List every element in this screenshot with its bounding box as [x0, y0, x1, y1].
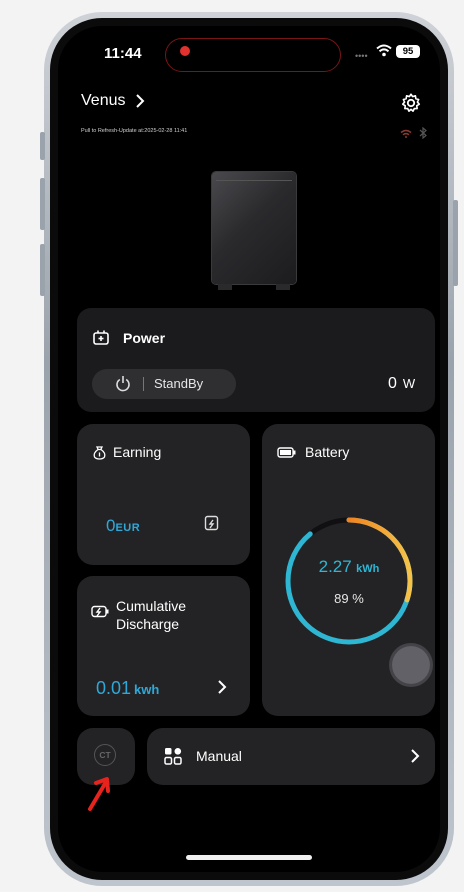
battery-device-image	[212, 172, 296, 290]
wifi-connection-icon	[400, 129, 412, 138]
device-selector[interactable]: Venus	[81, 92, 145, 110]
power-readout: 0 W	[388, 375, 415, 393]
volume-down-button	[40, 244, 45, 296]
mute-switch	[40, 132, 45, 160]
ct-icon: CT	[94, 744, 116, 766]
home-indicator	[186, 855, 312, 860]
dynamic-island	[165, 38, 341, 72]
power-socket-icon	[93, 330, 109, 345]
earning-edit-icon[interactable]	[204, 515, 220, 531]
red-arrow-annotation-icon	[88, 777, 110, 811]
power-value: 0	[388, 375, 397, 392]
cumulative-value: 0.01	[96, 678, 132, 698]
battery-soc-percent: 89 %	[334, 591, 364, 606]
cumulative-title: Cumulative Discharge	[116, 597, 186, 633]
status-time: 11:44	[104, 45, 142, 62]
manual-mode-label: Manual	[196, 748, 242, 764]
signal-dots-icon: ••••	[355, 51, 368, 61]
earning-unit: EUR	[115, 522, 141, 534]
earning-value: 0	[106, 516, 116, 535]
power-card-title: Power	[123, 330, 166, 346]
battery-soc-ring	[285, 517, 413, 645]
battery-energy-unit: kWh	[356, 563, 380, 575]
recording-indicator-icon	[180, 46, 190, 56]
chevron-right-icon[interactable]	[217, 679, 227, 695]
money-bag-icon	[93, 446, 106, 460]
power-icon	[116, 376, 130, 392]
chevron-right-icon[interactable]	[410, 748, 420, 764]
earning-title: Earning	[113, 444, 162, 460]
volume-up-button	[40, 178, 45, 230]
battery-title: Battery	[305, 444, 350, 460]
battery-energy-readout: 2.27 kWh	[284, 557, 414, 577]
power-side-button	[453, 200, 458, 286]
cumulative-unit: kwh	[134, 682, 160, 697]
grid-apps-icon	[164, 748, 182, 765]
toggle-divider	[143, 377, 144, 391]
power-unit: W	[402, 376, 416, 391]
earning-readout: 0 EUR	[106, 516, 140, 536]
assistive-touch-button[interactable]	[392, 646, 430, 684]
power-mode-label: StandBy	[154, 376, 204, 391]
cumulative-readout: 0.01 kwh	[96, 678, 159, 699]
battery-energy-value: 2.27	[318, 557, 352, 576]
gear-icon[interactable]	[400, 92, 422, 114]
chevron-right-icon	[136, 94, 145, 108]
cumulative-title-line2: Discharge	[116, 616, 180, 632]
battery-icon	[277, 447, 296, 458]
bluetooth-icon	[419, 127, 427, 139]
cumulative-title-line1: Cumulative	[116, 598, 187, 614]
device-name: Venus	[81, 92, 126, 109]
manual-mode-button[interactable]	[147, 728, 435, 785]
battery-status-badge: 95	[396, 45, 420, 58]
wifi-icon	[376, 44, 392, 57]
refresh-timestamp: Pull to Refresh-Update at:2025-02-28 11:…	[81, 128, 188, 134]
battery-discharge-icon	[91, 605, 109, 618]
